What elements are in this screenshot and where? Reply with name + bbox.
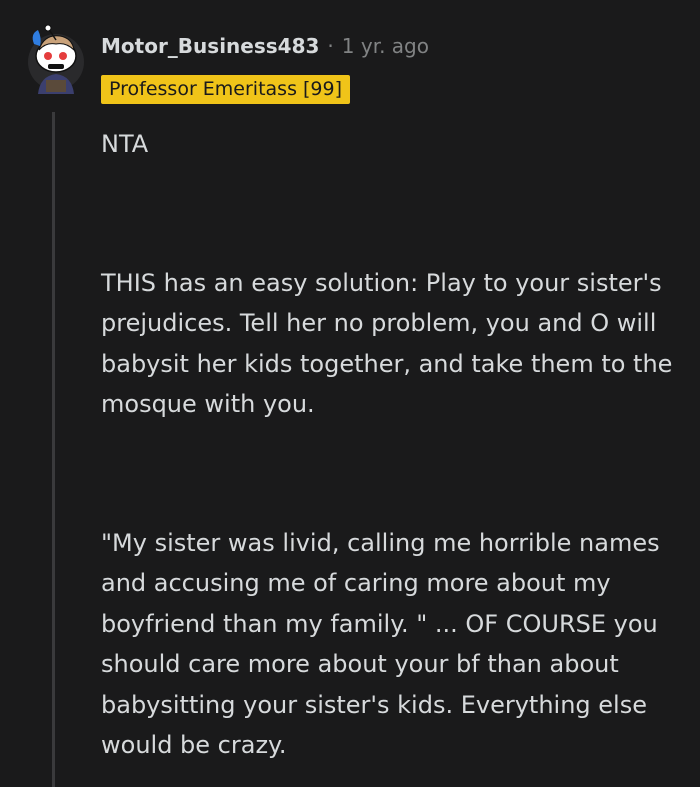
thread-line[interactable] [52,112,55,787]
comment-paragraph: THIS has an easy solution: Play to your … [101,268,673,419]
username[interactable]: Motor_Business483 [101,34,319,58]
timestamp[interactable]: 1 yr. ago [342,34,429,58]
user-flair: Professor Emeritass [99] [101,75,351,104]
snoo-avatar-icon [28,24,84,94]
comment-body: NTA THIS has an easy solution: Play to y… [101,124,681,787]
comment-paragraph: "My sister was livid, calling me horribl… [101,528,660,760]
avatar[interactable] [26,24,88,96]
meta-separator: · [327,34,334,58]
comment-header: Motor_Business483 · 1 yr. ago [101,34,429,58]
comment-paragraph: NTA [101,130,149,158]
